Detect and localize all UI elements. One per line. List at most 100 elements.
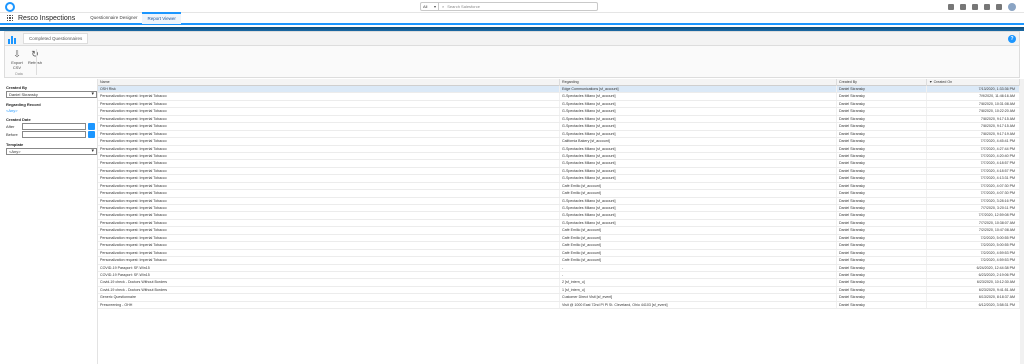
after-date-input[interactable] (22, 123, 86, 130)
created-by-label: Created By (6, 85, 28, 90)
cell-name: Personalization request: Imperial Tobacc… (98, 257, 560, 264)
calendar-icon[interactable] (88, 131, 95, 138)
table-row[interactable]: Personalization request: Imperial Tobacc… (98, 197, 1020, 205)
cell-name: Personalization request: Imperial Tobacc… (98, 167, 560, 175)
cell-created-on: 7/8/2020, 9:17:19 AM (927, 130, 1020, 138)
table-row[interactable]: Personalization request: Imperial Tobacc… (98, 115, 1020, 124)
cell-created-by: Daniel Skransky (837, 115, 927, 123)
cell-created-on: 7/8/2020, 9:17:15 AM (927, 123, 1020, 130)
column-header-created-on[interactable]: ▼ Created On (927, 79, 1020, 86)
column-header-name[interactable]: Name (98, 79, 560, 86)
cell-name: Personalization request: Imperial Tobacc… (98, 138, 560, 145)
table-row[interactable]: Personalization request: Imperial Tobacc… (98, 190, 1020, 198)
tab-report-viewer[interactable]: Report Viewer (142, 12, 181, 24)
cell-created-by: Daniel Skransky (837, 145, 927, 152)
table-row[interactable]: Personalization request: Imperial Tobacc… (98, 227, 1020, 235)
regarding-record-label: Regarding Record (6, 102, 41, 107)
table-row[interactable]: Generic Questionnaire Customer Direct Vis… (98, 294, 1020, 302)
cell-created-by: Daniel Skransky (837, 264, 927, 271)
table-row[interactable]: Personalization request: Imperial Tobacc… (98, 152, 1020, 161)
table-row[interactable]: Personalization request: Imperial Tobacc… (98, 182, 1020, 191)
cell-regarding: G-Spectacles Milano [sf_account] (560, 219, 837, 227)
table-row[interactable]: Personalization request: Imperial Tobacc… (98, 145, 1020, 153)
divider (36, 49, 37, 75)
table-row[interactable]: Personalization request: Imperial Tobacc… (98, 234, 1020, 243)
global-search[interactable]: All ▾ ⌕ Search Salesforce (420, 2, 598, 11)
cell-regarding: G-Spectacles Milano [sf_account] (560, 205, 837, 212)
cell-created-on: 7/7/2020, 4:18:57 PM (927, 160, 1020, 167)
table-row[interactable]: Covid-19 check - Doctors Without Borders… (98, 279, 1020, 287)
cell-name: Personalization request: Imperial Tobacc… (98, 182, 560, 190)
column-header-regarding[interactable]: Regarding (560, 79, 837, 86)
cell-created-on: 6/23/2020, 2:19:06 PM (927, 271, 1020, 279)
salesforce-logo-icon[interactable] (5, 2, 15, 12)
results-grid: Name Regarding Created By ▼ Created On O… (98, 79, 1020, 364)
export-csv-button[interactable]: ⇩ Export CSV (8, 50, 26, 72)
table-row[interactable]: Personalization request: Imperial Tobacc… (98, 205, 1020, 213)
column-header-created-by[interactable]: Created By (837, 79, 927, 86)
template-select[interactable]: <Any> (6, 148, 97, 155)
cell-regarding: Café Emilio [sf_account] (560, 249, 837, 257)
cell-created-by: Daniel Skransky (837, 271, 927, 279)
search-scope-select[interactable]: All ▾ (421, 3, 439, 10)
table-row[interactable]: Personalization request: Imperial Tobacc… (98, 123, 1020, 131)
help-icon[interactable] (972, 4, 978, 10)
cell-regarding: G-Spectacles Milano [sf_account] (560, 152, 837, 160)
add-icon[interactable] (960, 4, 966, 10)
favorites-icon[interactable] (948, 4, 954, 10)
cell-created-on: 7/8/2020, 10:22:20 AM (927, 108, 1020, 115)
toolbar: ⇩ Export CSV ↻ Refresh Data (4, 46, 1020, 78)
cell-name: Personalization request: Imperial Tobacc… (98, 175, 560, 182)
cell-regarding: G-Spectacles Milano [sf_account] (560, 175, 837, 182)
cell-created-by: Daniel Skransky (837, 257, 927, 264)
bell-icon[interactable] (996, 4, 1002, 10)
cell-created-by: Daniel Skransky (837, 249, 927, 257)
table-row[interactable]: Personalization request: Imperial Tobacc… (98, 130, 1020, 139)
cell-created-on: 7/7/2020, 4:13:31 PM (927, 175, 1020, 182)
tab-completed-questionnaires[interactable]: Completed Questionnaires (23, 33, 89, 44)
cell-created-by: Daniel Skransky (837, 182, 927, 190)
table-row[interactable]: Prescreening - OHH Visit @ 1000 East 72nd… (98, 301, 1020, 310)
table-row[interactable]: OSH Risk Edge Communications [sf_account]… (98, 86, 1020, 94)
help-icon[interactable]: ? (1008, 35, 1016, 43)
cell-regarding: Café Emilio [sf_account] (560, 190, 837, 197)
table-row[interactable]: Personalization request: Imperial Tobacc… (98, 242, 1020, 250)
table-row[interactable]: COVID-19 Passport: SF-Win15- Daniel Skran… (98, 264, 1020, 272)
cell-created-on: 7/7/2020, 10:38:07 AM (927, 219, 1020, 227)
table-row[interactable]: Personalization request: Imperial Tobacc… (98, 219, 1020, 228)
table-row[interactable]: Personalization request: Imperial Tobacc… (98, 108, 1020, 116)
table-row[interactable]: Covid-19 check - Doctors Without Borders… (98, 286, 1020, 295)
search-input[interactable]: ⌕ Search Salesforce (439, 4, 480, 9)
cell-created-on: 7/7/2020, 4:07:30 PM (927, 190, 1020, 197)
scrollbar[interactable] (1020, 79, 1024, 364)
app-navigation: Resco Inspections Questionnaire Designer… (0, 12, 1024, 25)
table-row[interactable]: COVID-19 Passport: SF-Win15- Daniel Skran… (98, 271, 1020, 280)
gear-icon[interactable] (984, 4, 990, 10)
table-row[interactable]: Personalization request: Imperial Tobacc… (98, 100, 1020, 109)
table-row[interactable]: Personalization request: Imperial Tobacc… (98, 249, 1020, 258)
cell-name: Personalization request: Imperial Tobacc… (98, 190, 560, 197)
tab-questionnaire-designer[interactable]: Questionnaire Designer (85, 12, 142, 24)
table-row[interactable]: Personalization request: Imperial Tobacc… (98, 257, 1020, 265)
cell-created-on: 7/8/2020, 9:17:15 AM (927, 115, 1020, 123)
cell-name: Personalization request: Imperial Tobacc… (98, 100, 560, 108)
regarding-record-link[interactable]: <Any> (6, 108, 95, 113)
refresh-button[interactable]: ↻ Refresh (26, 50, 44, 72)
cell-name: Personalization request: Imperial Tobacc… (98, 234, 560, 242)
table-row[interactable]: Personalization request: Imperial Tobacc… (98, 175, 1020, 183)
calendar-icon[interactable] (88, 123, 95, 130)
created-date-label: Created Date (6, 117, 31, 122)
table-row[interactable]: Personalization request: Imperial Tobacc… (98, 138, 1020, 146)
avatar[interactable] (1008, 3, 1016, 11)
table-row[interactable]: Personalization request: Imperial Tobacc… (98, 167, 1020, 176)
cell-created-by: Daniel Skransky (837, 138, 927, 145)
app-launcher-icon[interactable] (7, 15, 13, 21)
cell-created-on: 7/9/2020, 11:46:16 AM (927, 93, 1020, 100)
cell-regarding: G-Spectacles Milano [sf_account] (560, 130, 837, 138)
table-row[interactable]: Personalization request: Imperial Tobacc… (98, 93, 1020, 101)
table-row[interactable]: Personalization request: Imperial Tobacc… (98, 212, 1020, 220)
before-date-input[interactable] (22, 131, 86, 138)
before-label: Before (6, 132, 18, 137)
created-by-select[interactable]: Daniel Skransky (6, 91, 97, 98)
table-row[interactable]: Personalization request: Imperial Tobacc… (98, 160, 1020, 168)
